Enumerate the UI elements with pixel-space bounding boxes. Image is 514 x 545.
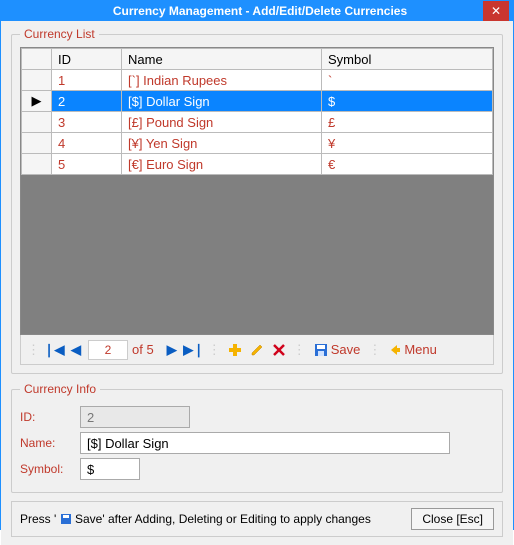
name-field[interactable] [80, 432, 450, 454]
close-button[interactable]: Close [Esc] [411, 508, 494, 530]
cell-id[interactable]: 2 [52, 91, 122, 112]
col-header-symbol[interactable]: Symbol [322, 49, 493, 70]
pencil-icon [250, 343, 264, 357]
menu-button[interactable]: Menu [385, 342, 441, 357]
window-title: Currency Management - Add/Edit/Delete Cu… [37, 4, 483, 18]
cell-symbol[interactable]: ` [322, 70, 493, 91]
window-close-button[interactable]: ✕ [483, 1, 509, 21]
delete-icon [273, 344, 285, 356]
close-icon: ✕ [491, 4, 501, 18]
back-arrow-icon [389, 344, 401, 356]
save-label: Save [331, 342, 361, 357]
nav-of-label: of 5 [132, 342, 154, 357]
symbol-label: Symbol: [20, 462, 80, 476]
table-row[interactable]: 3[£] Pound Sign£ [22, 112, 493, 133]
save-button[interactable]: Save [310, 342, 365, 357]
last-icon: ▶❘ [183, 342, 204, 358]
cell-symbol[interactable]: £ [322, 112, 493, 133]
table-row[interactable]: ▶2[$] Dollar Sign$ [22, 91, 493, 112]
name-label: Name: [20, 436, 80, 450]
nav-last-button[interactable]: ▶❘ [184, 340, 204, 360]
cell-symbol[interactable]: € [322, 154, 493, 175]
menu-label: Menu [404, 342, 437, 357]
cell-id[interactable]: 4 [52, 133, 122, 154]
record-navigator: ⋮ ❘◀ ◀ of 5 ▶ ▶❘ ⋮ ⋮ [20, 335, 494, 365]
cell-name[interactable]: [£] Pound Sign [122, 112, 322, 133]
col-header-id[interactable]: ID [52, 49, 122, 70]
currency-list-group: Currency List ID Name Symbol 1[`] Indian… [11, 27, 503, 374]
symbol-field[interactable] [80, 458, 140, 480]
footer-bar: Press ' Save' after Adding, Deleting or … [11, 501, 503, 537]
cell-id[interactable]: 5 [52, 154, 122, 175]
currency-list-legend: Currency List [20, 27, 99, 41]
nav-prev-button[interactable]: ◀ [66, 340, 86, 360]
add-button[interactable] [225, 340, 245, 360]
cell-name[interactable]: [`] Indian Rupees [122, 70, 322, 91]
currency-info-legend: Currency Info [20, 382, 100, 396]
hint-rest: Save' after Adding, Deleting or Editing … [75, 512, 371, 526]
delete-button[interactable] [269, 340, 289, 360]
floppy-icon [314, 343, 328, 357]
nav-first-button[interactable]: ❘◀ [44, 340, 64, 360]
table-row[interactable]: 1[`] Indian Rupees` [22, 70, 493, 91]
table-row[interactable]: 5[€] Euro Sign€ [22, 154, 493, 175]
cell-symbol[interactable]: $ [322, 91, 493, 112]
cell-symbol[interactable]: ¥ [322, 133, 493, 154]
currency-info-group: Currency Info ID: Name: Symbol: [11, 382, 503, 493]
cell-name[interactable]: [€] Euro Sign [122, 154, 322, 175]
footer-hint: Press ' Save' after Adding, Deleting or … [20, 512, 371, 526]
cell-id[interactable]: 1 [52, 70, 122, 91]
first-icon: ❘◀ [44, 342, 65, 358]
hint-prefix: Press ' [20, 512, 56, 526]
table-row[interactable]: 4[¥] Yen Sign¥ [22, 133, 493, 154]
id-label: ID: [20, 410, 80, 424]
edit-button[interactable] [247, 340, 267, 360]
grid-corner [22, 49, 52, 70]
row-header[interactable] [22, 70, 52, 91]
row-header[interactable] [22, 133, 52, 154]
plus-icon [228, 343, 242, 357]
nav-position-input[interactable] [88, 340, 128, 360]
col-header-name[interactable]: Name [122, 49, 322, 70]
floppy-icon [60, 513, 72, 525]
titlebar: Currency Management - Add/Edit/Delete Cu… [1, 1, 513, 21]
next-icon: ▶ [167, 342, 177, 358]
prev-icon: ◀ [71, 342, 81, 358]
content-area: Currency List ID Name Symbol 1[`] Indian… [1, 21, 513, 545]
cell-id[interactable]: 3 [52, 112, 122, 133]
row-header[interactable] [22, 112, 52, 133]
row-header[interactable]: ▶ [22, 91, 52, 112]
cell-name[interactable]: [$] Dollar Sign [122, 91, 322, 112]
row-header[interactable] [22, 154, 52, 175]
app-window: Currency Management - Add/Edit/Delete Cu… [0, 0, 514, 530]
nav-next-button[interactable]: ▶ [162, 340, 182, 360]
cell-name[interactable]: [¥] Yen Sign [122, 133, 322, 154]
currency-grid[interactable]: ID Name Symbol 1[`] Indian Rupees`▶2[$] … [20, 47, 494, 335]
id-field [80, 406, 190, 428]
